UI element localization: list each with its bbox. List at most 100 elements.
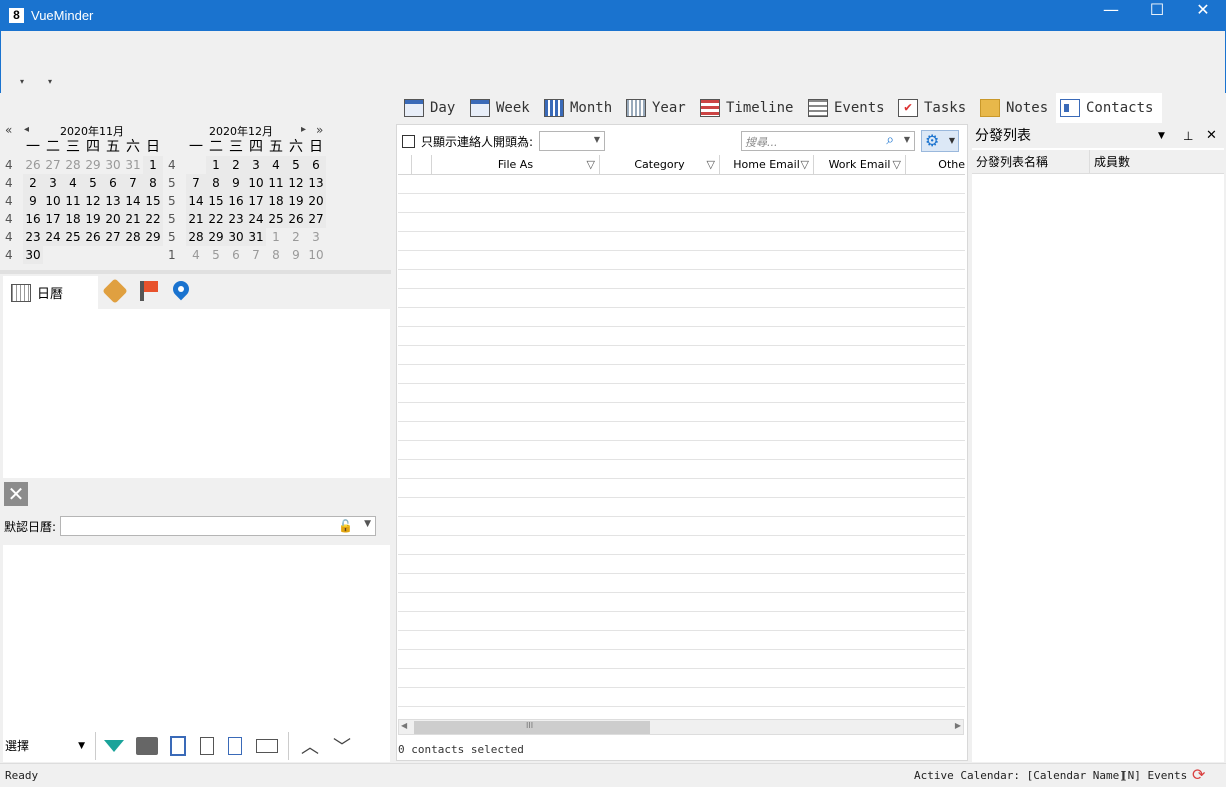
filter-icon[interactable]: ▽: [893, 155, 901, 175]
calendar-day[interactable]: 27: [306, 210, 326, 228]
calendar-day[interactable]: 30: [103, 156, 123, 174]
calendar-day[interactable]: 15: [143, 192, 163, 210]
calendar-day[interactable]: 22: [206, 210, 226, 228]
calendar-day[interactable]: 6: [306, 156, 326, 174]
tab-year[interactable]: Year: [622, 93, 690, 123]
calendar-day[interactable]: 13: [306, 174, 326, 192]
column-header-file-as[interactable]: File As ▽: [432, 155, 600, 175]
tab-tasks[interactable]: ✔ Tasks: [894, 93, 970, 123]
card-icon[interactable]: [256, 739, 278, 753]
refresh-icon[interactable]: ⟳: [1192, 765, 1205, 784]
up-arrow-icon[interactable]: ︿: [301, 733, 319, 759]
calendar-day[interactable]: 19: [286, 192, 306, 210]
calendar-day[interactable]: 7: [186, 174, 206, 192]
calendar-day[interactable]: 12: [83, 192, 103, 210]
calendar-day[interactable]: 1: [206, 156, 226, 174]
calendar-day[interactable]: 25: [266, 210, 286, 228]
calendar-day[interactable]: 14: [123, 192, 143, 210]
tab-contacts[interactable]: Contacts: [1056, 93, 1162, 123]
column-header-other[interactable]: Othe: [906, 155, 965, 175]
pin-icon[interactable]: ⊥: [1183, 124, 1193, 148]
prev-month-button[interactable]: ◂: [24, 124, 29, 135]
scrollbar-thumb[interactable]: III: [414, 721, 650, 734]
filter-icon[interactable]: ▽: [587, 155, 595, 175]
select-dropdown[interactable]: 選擇 ▼: [3, 735, 89, 757]
calendar-day[interactable]: 20: [103, 210, 123, 228]
column-header-category[interactable]: Category ▽: [600, 155, 720, 175]
splitter[interactable]: [0, 270, 391, 274]
tab-day[interactable]: Day: [400, 93, 459, 123]
calendar-day[interactable]: 27: [103, 228, 123, 246]
quick-access-dropdown[interactable]: ▾: [20, 77, 24, 86]
column-header-work-email[interactable]: Work Email ▽: [814, 155, 906, 175]
calendar-day[interactable]: 4: [266, 156, 286, 174]
calendar-day[interactable]: 7: [123, 174, 143, 192]
filter-icon[interactable]: ▽: [707, 155, 715, 175]
calendar-day[interactable]: 6: [103, 174, 123, 192]
calendar-day[interactable]: 28: [186, 228, 206, 246]
calendar-day[interactable]: 21: [123, 210, 143, 228]
close-panel-icon[interactable]: ✕: [4, 482, 28, 506]
calendar-day[interactable]: 16: [23, 210, 43, 228]
calendar-day[interactable]: 2: [226, 156, 246, 174]
calendar-day[interactable]: 29: [206, 228, 226, 246]
print-icon[interactable]: [136, 737, 158, 755]
calendar-day[interactable]: 30: [23, 246, 43, 264]
calendar-day[interactable]: 21: [186, 210, 206, 228]
calendar-day[interactable]: 2: [286, 228, 306, 246]
calendar-day[interactable]: 9: [23, 192, 43, 210]
calendar-day[interactable]: 1: [266, 228, 286, 246]
page-layout-icon[interactable]: [170, 736, 186, 756]
column-member-count[interactable]: 成員數: [1090, 150, 1220, 173]
calendar-day[interactable]: 24: [43, 228, 63, 246]
calendar-day[interactable]: 11: [63, 192, 83, 210]
calendar-day[interactable]: 12: [286, 174, 306, 192]
calendar-day[interactable]: 30: [226, 228, 246, 246]
calendar-day[interactable]: 7: [246, 246, 266, 264]
calendar-day[interactable]: 31: [246, 228, 266, 246]
calendar-day[interactable]: 25: [63, 228, 83, 246]
calendar-day[interactable]: 8: [143, 174, 163, 192]
chevron-down-icon[interactable]: ▼: [1158, 124, 1165, 148]
calendar-day[interactable]: 6: [226, 246, 246, 264]
calendar-day[interactable]: 1: [143, 156, 163, 174]
tab-timeline[interactable]: Timeline: [696, 93, 797, 123]
search-input[interactable]: 搜尋... ⌕ ▼: [741, 131, 916, 151]
copy-icon[interactable]: [200, 737, 214, 755]
maximize-button[interactable]: ☐: [1134, 0, 1180, 31]
calendar-day[interactable]: 15: [206, 192, 226, 210]
calendar-day[interactable]: 18: [63, 210, 83, 228]
calendar-day[interactable]: 27: [43, 156, 63, 174]
letter-select[interactable]: ▼: [539, 131, 606, 151]
calendar-day[interactable]: 16: [226, 192, 246, 210]
calendar-day[interactable]: 3: [43, 174, 63, 192]
next-year-button[interactable]: »: [316, 123, 323, 137]
calendar-day[interactable]: 5: [206, 246, 226, 264]
scroll-right-icon[interactable]: ▶: [955, 721, 961, 730]
calendar-day[interactable]: 5: [83, 174, 103, 192]
calendar-day[interactable]: 2: [23, 174, 43, 192]
tab-notes[interactable]: Notes: [976, 93, 1052, 123]
calendar-day[interactable]: 19: [83, 210, 103, 228]
search-icon[interactable]: ⌕: [886, 132, 894, 148]
close-button[interactable]: ✕: [1180, 0, 1226, 31]
calendar-day[interactable]: 28: [63, 156, 83, 174]
calendar-day[interactable]: 11: [266, 174, 286, 192]
column-header-home-email[interactable]: Home Email ▽: [720, 155, 814, 175]
next-month-button[interactable]: ▸: [301, 124, 306, 135]
default-calendar-select[interactable]: 🔓 ▼: [60, 516, 377, 536]
tab-calendar-list[interactable]: 日曆: [3, 276, 98, 309]
calendar-day[interactable]: 4: [186, 246, 206, 264]
prev-year-button[interactable]: «: [5, 123, 12, 137]
calendar-day[interactable]: 29: [143, 228, 163, 246]
calendar-day[interactable]: 28: [123, 228, 143, 246]
calendar-day[interactable]: 8: [266, 246, 286, 264]
scroll-left-icon[interactable]: ◀: [401, 721, 407, 730]
calendar-day[interactable]: 31: [123, 156, 143, 174]
calendar-day[interactable]: 17: [246, 192, 266, 210]
column-list-name[interactable]: 分發列表名稱: [972, 150, 1090, 173]
calendar-day[interactable]: 17: [43, 210, 63, 228]
tab-month[interactable]: Month: [540, 93, 616, 123]
calendar-day[interactable]: 26: [23, 156, 43, 174]
calendar-day[interactable]: 3: [306, 228, 326, 246]
